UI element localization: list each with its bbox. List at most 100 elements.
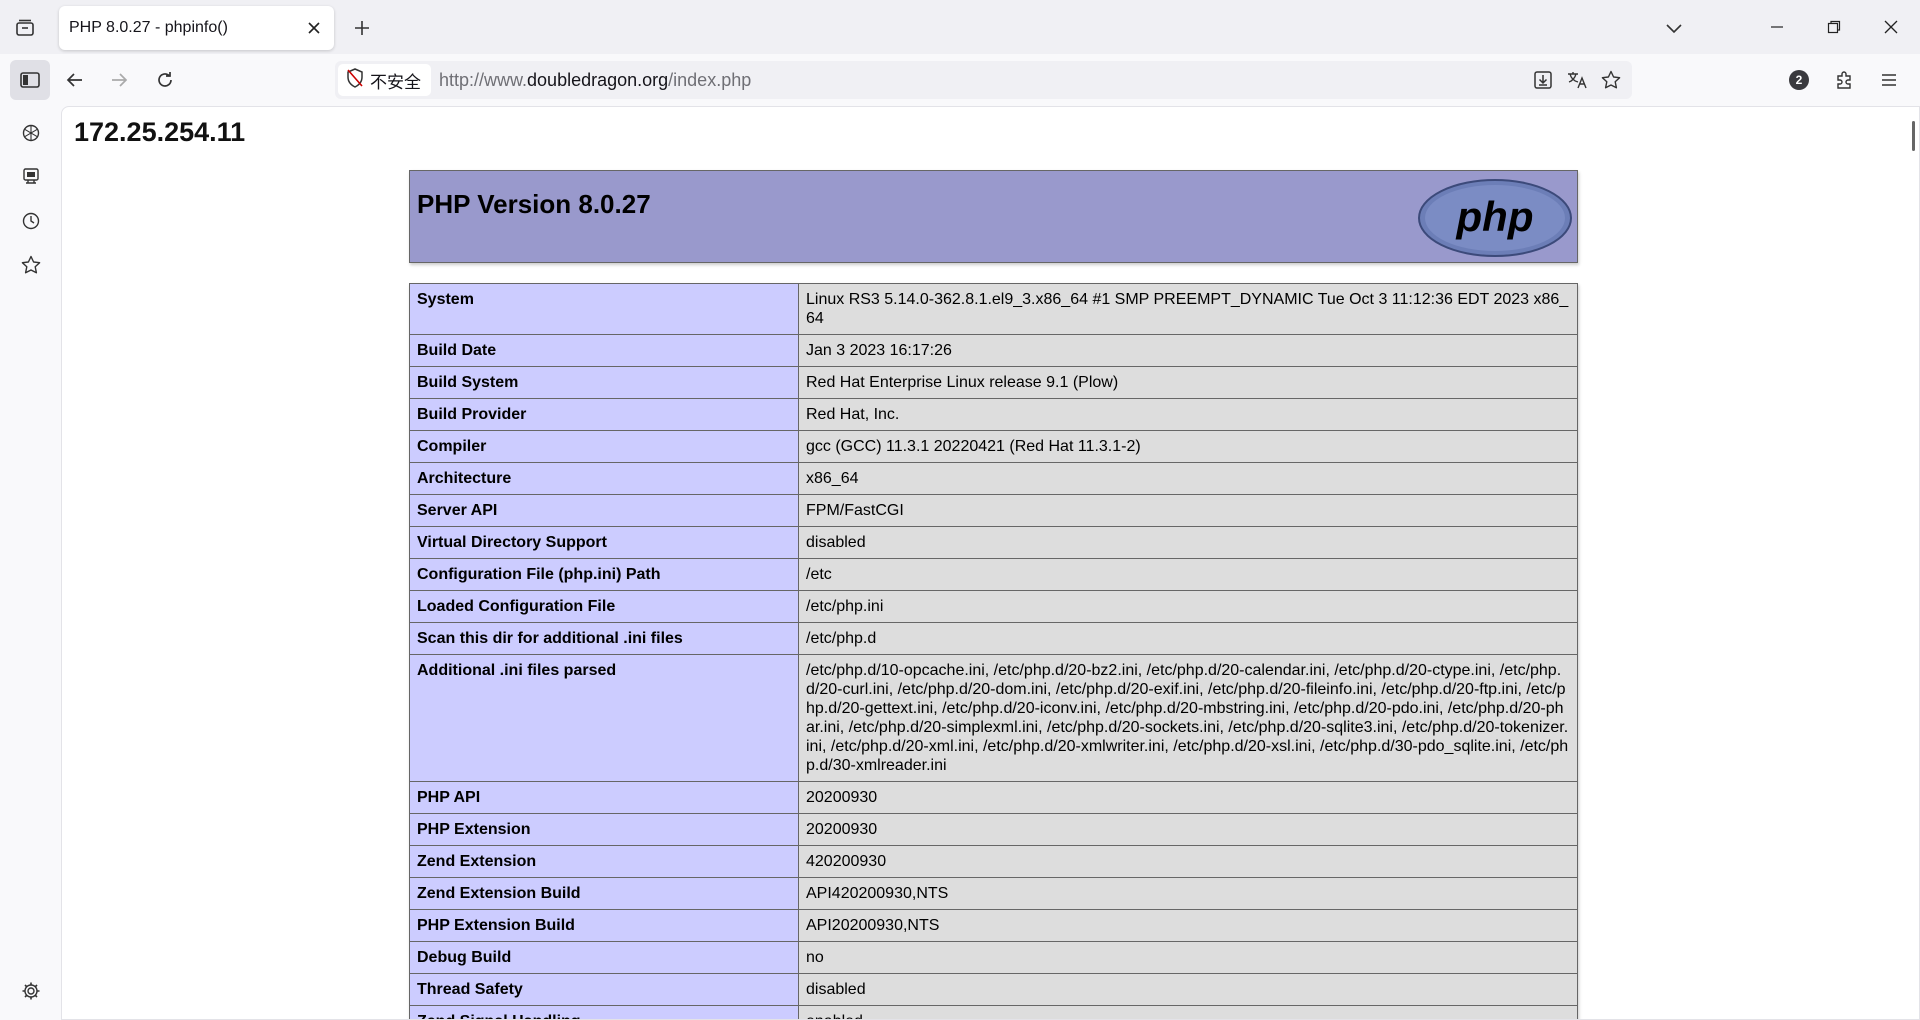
- row-value: Red Hat, Inc.: [798, 398, 1578, 431]
- row-value: /etc/php.d/10-opcache.ini, /etc/php.d/20…: [798, 654, 1578, 782]
- sidebar-rail: [0, 106, 61, 1020]
- security-label: 不安全: [370, 72, 421, 93]
- address-bar[interactable]: 不安全 http://www.doubledragon.org/index.ph…: [335, 61, 1632, 99]
- php-info-table: System Linux RS3 5.14.0-362.8.1.el9_3.x86…: [409, 283, 1578, 1019]
- table-row: Zend Extension Build API420200930,NTS: [409, 877, 1578, 910]
- row-key: Build System: [409, 366, 799, 399]
- row-key: Zend Signal Handling: [409, 1005, 799, 1019]
- close-icon[interactable]: [300, 14, 328, 42]
- table-row: PHP API 20200930: [409, 781, 1578, 814]
- row-value: /etc: [798, 558, 1578, 591]
- row-key: PHP API: [409, 781, 799, 814]
- save-page-icon[interactable]: [1526, 64, 1560, 96]
- synced-tabs-icon[interactable]: [14, 160, 48, 194]
- row-value: disabled: [798, 526, 1578, 559]
- nav-bar: 不安全 http://www.doubledragon.org/index.ph…: [0, 54, 1920, 106]
- sidebar-toggle-button[interactable]: [10, 60, 50, 100]
- menu-icon[interactable]: [1871, 62, 1907, 98]
- url-prefix: http://www.: [439, 69, 528, 90]
- row-key: Zend Extension: [409, 845, 799, 878]
- shield-icon: [346, 67, 364, 93]
- row-value: disabled: [798, 973, 1578, 1006]
- url-text[interactable]: http://www.doubledragon.org/index.php: [439, 70, 1526, 91]
- row-key: Debug Build: [409, 941, 799, 974]
- history-clock-icon[interactable]: [14, 204, 48, 238]
- table-row: System Linux RS3 5.14.0-362.8.1.el9_3.x86…: [409, 283, 1578, 335]
- table-row: Build Date Jan 3 2023 16:17:26: [409, 334, 1578, 367]
- table-row: Server API FPM/FastCGI: [409, 494, 1578, 527]
- row-value: enabled: [798, 1005, 1578, 1019]
- badge-count: 2: [1789, 70, 1809, 90]
- row-value: Jan 3 2023 16:17:26: [798, 334, 1578, 367]
- row-key: Server API: [409, 494, 799, 527]
- php-version-title: PHP Version 8.0.27: [417, 189, 651, 219]
- account-badge-button[interactable]: 2: [1781, 62, 1817, 98]
- table-row: Loaded Configuration File/etc/php.ini: [409, 590, 1578, 623]
- row-value: FPM/FastCGI: [798, 494, 1578, 527]
- row-key: System: [409, 283, 799, 335]
- scrollbar-thumb[interactable]: [1912, 121, 1915, 151]
- row-value: /etc/php.d: [798, 622, 1578, 655]
- table-row: Debug Build no: [409, 941, 1578, 974]
- tab-list-icon[interactable]: [12, 16, 38, 40]
- php-logo-text: php: [1456, 193, 1534, 240]
- table-row: PHP Extension 20200930: [409, 813, 1578, 846]
- row-key: Configuration File (php.ini) Path: [409, 558, 799, 591]
- reload-button[interactable]: [147, 62, 183, 98]
- table-row: Configuration File (php.ini) Path/etc: [409, 558, 1578, 591]
- row-value: Linux RS3 5.14.0-362.8.1.el9_3.x86_64 #1…: [798, 283, 1578, 335]
- chevron-down-icon[interactable]: [1660, 14, 1688, 42]
- row-key: Zend Extension Build: [409, 877, 799, 910]
- page-heading: 172.25.254.11: [74, 117, 246, 147]
- minimize-button[interactable]: [1759, 12, 1795, 42]
- row-value: 20200930: [798, 781, 1578, 814]
- back-button[interactable]: [57, 62, 93, 98]
- row-value: /etc/php.ini: [798, 590, 1578, 623]
- table-row: Build System Red Hat Enterprise Linux rel…: [409, 366, 1578, 399]
- close-window-button[interactable]: [1873, 12, 1909, 42]
- table-row: Thread Safety disabled: [409, 973, 1578, 1006]
- row-key: Compiler: [409, 430, 799, 463]
- row-key: Additional .ini files parsed: [409, 654, 799, 782]
- tab-strip: PHP 8.0.27 - phpinfo(): [0, 0, 1920, 54]
- table-row: Build Provider Red Hat, Inc.: [409, 398, 1578, 431]
- table-row: PHP Extension Build API20200930,NTS: [409, 909, 1578, 942]
- row-key: Build Date: [409, 334, 799, 367]
- bookmarks-star-icon[interactable]: [14, 248, 48, 282]
- table-row: Compiler gcc (GCC) 11.3.1 20220421 (Red H…: [409, 430, 1578, 463]
- tab-title: PHP 8.0.27 - phpinfo(): [69, 19, 228, 36]
- restore-button[interactable]: [1816, 12, 1852, 42]
- row-key: PHP Extension: [409, 813, 799, 846]
- page-content: 172.25.254.11 PHP Version 8.0.27 php Sys…: [61, 106, 1920, 1020]
- table-row: Zend Extension 420200930: [409, 845, 1578, 878]
- ai-chatbot-icon[interactable]: [14, 116, 48, 150]
- row-key: Thread Safety: [409, 973, 799, 1006]
- row-key: PHP Extension Build: [409, 909, 799, 942]
- table-row: Virtual Directory Support disabled: [409, 526, 1578, 559]
- settings-gear-icon[interactable]: [14, 974, 48, 1008]
- row-key: Scan this dir for additional .ini files: [409, 622, 799, 655]
- row-key: Build Provider: [409, 398, 799, 431]
- translate-icon[interactable]: [1560, 64, 1594, 96]
- site-security-button[interactable]: 不安全: [338, 64, 431, 96]
- row-value: x86_64: [798, 462, 1578, 495]
- row-key: Architecture: [409, 462, 799, 495]
- active-tab[interactable]: PHP 8.0.27 - phpinfo(): [59, 6, 334, 50]
- table-row: Additional .ini files parsed/etc/php.d/1…: [409, 654, 1578, 782]
- forward-button[interactable]: [101, 62, 137, 98]
- table-row: Scan this dir for additional .ini files /…: [409, 622, 1578, 655]
- new-tab-button[interactable]: [348, 14, 376, 42]
- row-value: 20200930: [798, 813, 1578, 846]
- url-host: doubledragon.org: [527, 69, 669, 90]
- table-row: Zend Signal Handlingenabled: [409, 1005, 1578, 1019]
- url-path: /index.php: [668, 69, 752, 90]
- row-value: 420200930: [798, 845, 1578, 878]
- row-value: Red Hat Enterprise Linux release 9.1 (Pl…: [798, 366, 1578, 399]
- row-value: no: [798, 941, 1578, 974]
- row-key: Virtual Directory Support: [409, 526, 799, 559]
- bookmark-star-icon[interactable]: [1594, 64, 1628, 96]
- row-value: API420200930,NTS: [798, 877, 1578, 910]
- row-value: gcc (GCC) 11.3.1 20220421 (Red Hat 11.3.…: [798, 430, 1578, 463]
- extensions-icon[interactable]: [1826, 62, 1862, 98]
- php-logo[interactable]: php: [1417, 178, 1573, 263]
